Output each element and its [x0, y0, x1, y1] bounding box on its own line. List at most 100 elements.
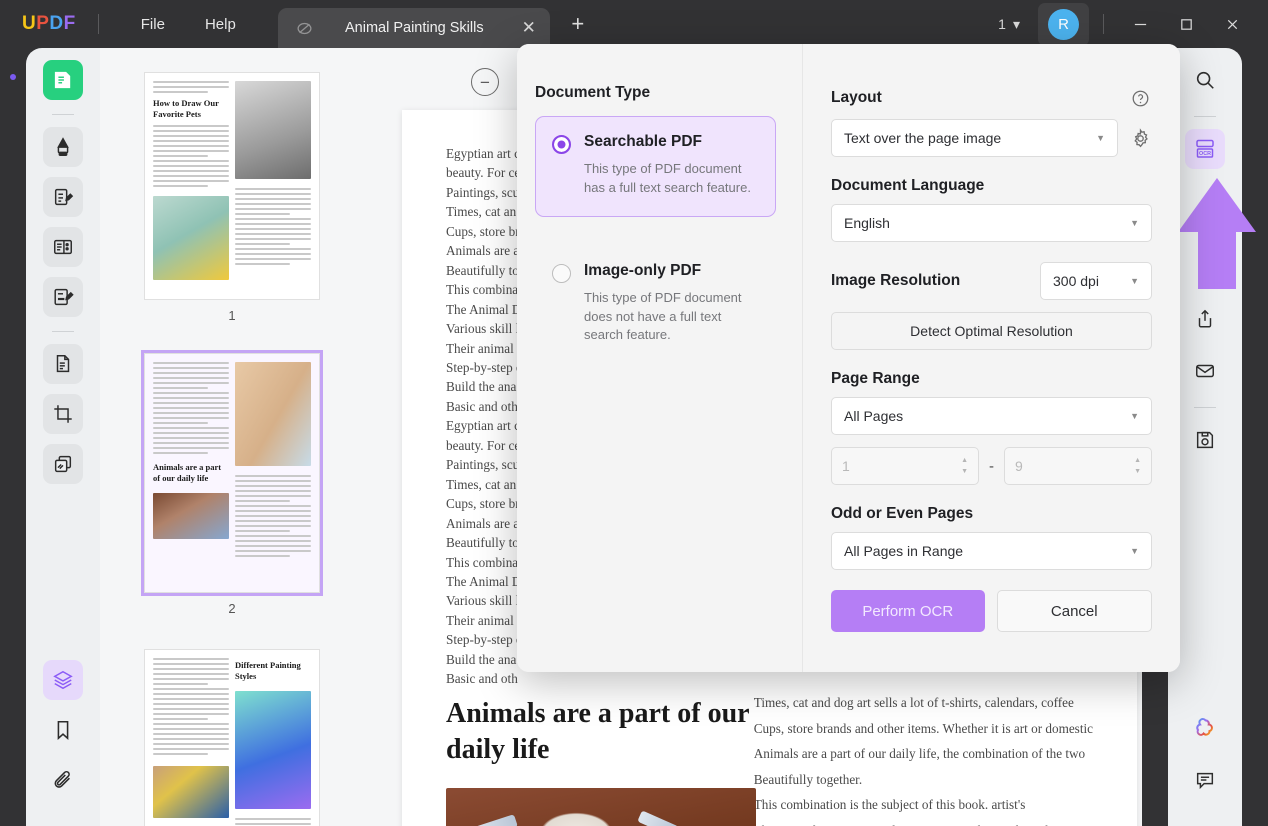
ocr-icon: OCR [1196, 139, 1214, 158]
page-range-value: All Pages [844, 408, 904, 424]
right-email[interactable] [1185, 351, 1225, 391]
stepper-arrows-from[interactable]: ▲ ▼ [961, 457, 968, 475]
ai-flower-icon [1195, 717, 1213, 736]
layout-value: Text over the page image [844, 130, 1002, 146]
layout-select[interactable]: Text over the page image ▼ [831, 119, 1118, 157]
ocr-document-type-section: Document Type Searchable PDF This type o… [517, 44, 803, 672]
close-icon [1227, 19, 1237, 29]
layout-settings-button[interactable] [1128, 126, 1152, 150]
sidebar-organize-pages[interactable] [43, 444, 83, 484]
document-language-label: Document Language [831, 177, 985, 194]
logo-letter-f: F [63, 13, 76, 34]
left-tool-panel [26, 48, 100, 826]
odd-even-select[interactable]: All Pages in Range ▼ [831, 532, 1152, 570]
page-range-from-input[interactable]: 1 ▲ ▼ [831, 447, 979, 485]
stepper-down-icon[interactable]: ▼ [961, 468, 968, 475]
sidebar-bookmarks[interactable] [43, 710, 83, 750]
help-button[interactable] [1128, 86, 1152, 110]
page-range-select[interactable]: All Pages ▼ [831, 397, 1152, 435]
right-share[interactable] [1185, 299, 1225, 339]
perform-ocr-button[interactable]: Perform OCR [831, 590, 985, 632]
searchable-pdf-text: Searchable PDF This type of PDF document… [584, 133, 757, 198]
thumbnail-photo-paints-brushes [235, 362, 311, 466]
right-ai-assistant[interactable] [1185, 708, 1225, 748]
chevron-down-icon: ▼ [1096, 133, 1105, 143]
minimize-button[interactable] [1118, 5, 1162, 43]
edit-document-icon [54, 188, 74, 206]
thumbnail-page-3[interactable]: Different Painting Styles [144, 649, 320, 826]
page-copy-icon [56, 355, 70, 373]
dialog-actions: Perform OCR Cancel [831, 590, 1152, 632]
option-image-only-pdf[interactable]: Image-only PDF This type of PDF document… [535, 245, 776, 365]
sidebar-crop-page[interactable] [43, 394, 83, 434]
sidebar-form-fields[interactable] [43, 227, 83, 267]
thumbnail-item-1[interactable]: How to Draw Our Favorite Pets 1 [100, 72, 364, 323]
share-upload-icon [1198, 309, 1212, 328]
sidebar-highlighter[interactable] [43, 127, 83, 167]
sidebar-reader-mode[interactable] [43, 60, 83, 100]
menu-file[interactable]: File [121, 10, 185, 39]
image-resolution-select[interactable]: 300 dpi ▼ [1040, 262, 1152, 300]
thumbnail-item-2[interactable]: Animals are a part of our daily life 2 [100, 350, 364, 616]
detect-optimal-resolution-button[interactable]: Detect Optimal Resolution [831, 312, 1152, 350]
zoom-out-button[interactable]: − [471, 68, 499, 96]
searchable-pdf-description: This type of PDF document has a full tex… [584, 161, 751, 195]
thumbnail-photo-paint-cans [153, 766, 229, 818]
new-tab-button[interactable]: + [564, 10, 592, 38]
envelope-icon [1196, 364, 1214, 378]
document-text-line: Times, cat and dog art sells a lot of t-… [753, 695, 1074, 710]
floppy-save-icon [1196, 431, 1214, 449]
stepper-up-icon[interactable]: ▲ [961, 457, 968, 464]
thumbnail-number-2: 2 [228, 601, 236, 616]
radio-image-only-pdf[interactable] [552, 263, 571, 283]
chevron-down-icon: ▼ [1130, 218, 1139, 228]
tab-close-button[interactable]: ✕ [516, 15, 542, 41]
tool-separator-2 [52, 331, 74, 332]
close-window-button[interactable] [1210, 5, 1254, 43]
right-comments[interactable] [1185, 760, 1225, 800]
menu-help[interactable]: Help [185, 10, 256, 39]
sidebar-attachments[interactable] [43, 760, 83, 800]
stepper-arrows-to[interactable]: ▲ ▼ [1134, 457, 1141, 475]
thumbnail-panel[interactable]: How to Draw Our Favorite Pets 1 Animals … [100, 48, 364, 826]
document-language-select[interactable]: English ▼ [831, 204, 1152, 242]
thumbnail-page-1[interactable]: How to Draw Our Favorite Pets [144, 72, 320, 300]
right-save[interactable] [1185, 420, 1225, 460]
document-headline-block: Animals are a part of our daily life [446, 686, 756, 826]
page-range-from-value: 1 [842, 458, 850, 474]
chevron-down-icon: ▼ [1130, 276, 1139, 286]
stepper-down-icon[interactable]: ▼ [1134, 468, 1141, 475]
cancel-button[interactable]: Cancel [996, 590, 1152, 632]
sidebar-annotate[interactable] [43, 277, 83, 317]
chevron-down-icon: ▼ [1130, 411, 1139, 421]
right-search[interactable] [1185, 60, 1225, 100]
document-text-line: The Animal Drawing Guide aims to provide… [754, 818, 1093, 826]
page-number-selector[interactable]: 1 ▾ [988, 11, 1030, 38]
sidebar-layers[interactable] [43, 660, 83, 700]
maximize-button[interactable] [1164, 5, 1208, 43]
maximize-icon [1180, 18, 1192, 30]
stepper-up-icon[interactable]: ▲ [1134, 457, 1141, 464]
thumbnail-photo-watercolor [235, 691, 311, 810]
stacked-pages-icon [54, 455, 72, 473]
account-button[interactable]: R [1038, 2, 1089, 46]
thumbnail-item-3[interactable]: Different Painting Styles [100, 649, 364, 826]
titlebar-right-group: 1 ▾ R [988, 2, 1268, 46]
minimize-icon [1134, 23, 1146, 25]
thumbnail-page-2[interactable]: Animals are a part of our daily life [141, 350, 323, 596]
image-resolution-value: 300 dpi [1053, 273, 1099, 289]
page-range-to-input[interactable]: 9 ▲ ▼ [1004, 447, 1152, 485]
logo-letter-p: P [36, 13, 50, 34]
sidebar-page-copy[interactable] [43, 344, 83, 384]
page-range-label: Page Range [831, 370, 920, 387]
document-photo-paint-tubes [446, 787, 756, 826]
radio-searchable-pdf[interactable] [552, 135, 571, 154]
option-searchable-pdf[interactable]: Searchable PDF This type of PDF document… [535, 116, 776, 217]
ocr-settings-section: Layout Text over the page image ▼ Docume… [803, 44, 1180, 672]
gear-icon [1133, 127, 1148, 147]
title-bar: U P D F File Help Animal Painting Skills… [0, 0, 1268, 48]
document-tab[interactable]: Animal Painting Skills ✕ [277, 8, 550, 48]
sidebar-edit-pdf[interactable] [43, 177, 83, 217]
right-ocr[interactable]: OCR [1185, 129, 1225, 169]
thumbnail-number-1: 1 [228, 308, 236, 323]
